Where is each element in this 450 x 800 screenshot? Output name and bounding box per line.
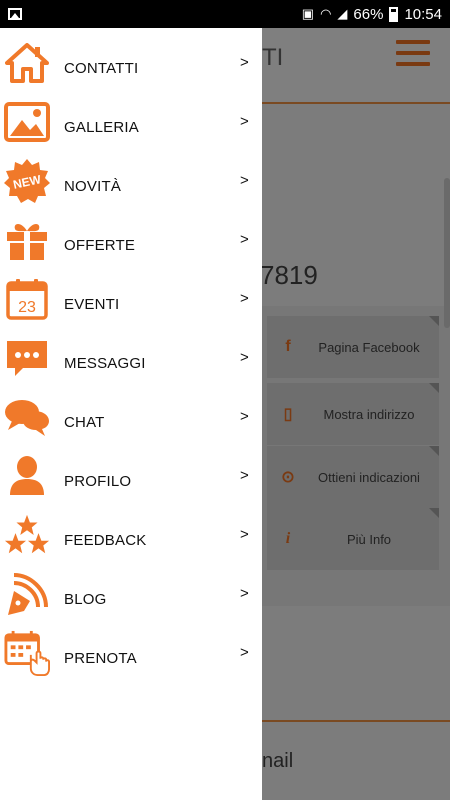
home-icon [4, 40, 50, 86]
get-directions-button[interactable]: ⊙ Ottieni indicazioni [267, 446, 439, 508]
drawer-item-label: CHAT [64, 414, 105, 431]
chevron-right-icon: > [240, 467, 249, 484]
message-icon [4, 335, 50, 381]
chevron-right-icon: > [240, 408, 249, 425]
battery-percentage: 66% [353, 5, 384, 23]
navigation-drawer: CONTATTI > GALLERIA > NEW NOVITÀ > OFFER… [0, 28, 262, 800]
drawer-item-label: BLOG [64, 591, 107, 608]
drawer-item-label: NOVITÀ [64, 178, 122, 195]
chevron-right-icon: > [240, 113, 249, 130]
chevron-right-icon: > [240, 231, 249, 248]
gallery-icon [4, 99, 50, 145]
blog-pen-icon [4, 571, 50, 617]
drawer-item-label: FEEDBACK [64, 532, 147, 549]
stars-icon [4, 512, 50, 558]
chevron-right-icon: > [240, 54, 249, 71]
gift-icon [4, 217, 50, 263]
button-label: Più Info [346, 531, 392, 547]
location-pin-icon: ⊙ [281, 469, 295, 486]
more-info-button[interactable]: i Più Info [267, 508, 439, 570]
image-notification-icon [8, 8, 22, 20]
drawer-item-blog[interactable]: BLOG > [0, 565, 262, 624]
drawer-item-eventi[interactable]: 23 EVENTI > [0, 270, 262, 329]
chevron-right-icon: > [240, 644, 249, 661]
new-badge-icon: NEW [4, 158, 50, 204]
calendar-day-text: 23 [18, 299, 36, 316]
drawer-item-label: MESSAGGI [64, 355, 146, 372]
show-address-button[interactable]: ▯ Mostra indirizzo [267, 383, 439, 445]
drawer-item-galleria[interactable]: GALLERIA > [0, 93, 262, 152]
booking-icon [4, 630, 50, 676]
battery-icon [389, 6, 399, 22]
button-label: Ottieni indicazioni [318, 469, 420, 485]
profile-icon [4, 453, 50, 499]
info-icon: i [285, 530, 291, 547]
chevron-right-icon: > [240, 290, 249, 307]
clock: 10:54 [404, 5, 442, 23]
drawer-item-label: EVENTI [64, 296, 120, 313]
chevron-right-icon: > [240, 349, 249, 366]
app-title: TI [262, 44, 284, 71]
drawer-item-chat[interactable]: CHAT > [0, 388, 262, 447]
hamburger-menu-icon[interactable] [396, 40, 430, 70]
chat-icon [4, 394, 50, 440]
drawer-item-contatti[interactable]: CONTATTI > [0, 34, 262, 93]
chevron-right-icon: > [240, 172, 249, 189]
scroll-handle[interactable] [444, 178, 450, 328]
nfc-icon: ▣ [301, 6, 315, 21]
email-label: nail [262, 750, 294, 772]
drawer-item-feedback[interactable]: FEEDBACK > [0, 506, 262, 565]
map-icon: ▯ [283, 406, 293, 423]
drawer-item-label: CONTATTI [64, 60, 139, 77]
drawer-item-label: PRENOTA [64, 650, 137, 667]
drawer-item-label: PROFILO [64, 473, 132, 490]
drawer-item-messaggi[interactable]: MESSAGGI > [0, 329, 262, 388]
drawer-item-novita[interactable]: NEW NOVITÀ > [0, 152, 262, 211]
drawer-item-offerte[interactable]: OFFERTE > [0, 211, 262, 270]
facebook-page-button[interactable]: f Pagina Facebook [267, 316, 439, 378]
button-label: Pagina Facebook [318, 339, 420, 355]
wifi-icon: ◠ [320, 6, 332, 21]
signal-icon: ◢ [337, 6, 348, 21]
drawer-item-label: OFFERTE [64, 237, 136, 254]
chevron-right-icon: > [240, 585, 249, 602]
drawer-item-prenota[interactable]: PRENOTA > [0, 624, 262, 683]
status-bar: ▣ ◠ ◢ 66% 10:54 [0, 0, 450, 28]
drawer-item-profilo[interactable]: PROFILO > [0, 447, 262, 506]
phone-number: 7819 [260, 260, 318, 290]
calendar-icon: 23 [4, 276, 50, 322]
facebook-icon: f [285, 338, 291, 355]
chevron-right-icon: > [240, 526, 249, 543]
button-label: Mostra indirizzo [323, 406, 415, 422]
divider [262, 720, 450, 722]
drawer-item-label: GALLERIA [64, 119, 139, 136]
